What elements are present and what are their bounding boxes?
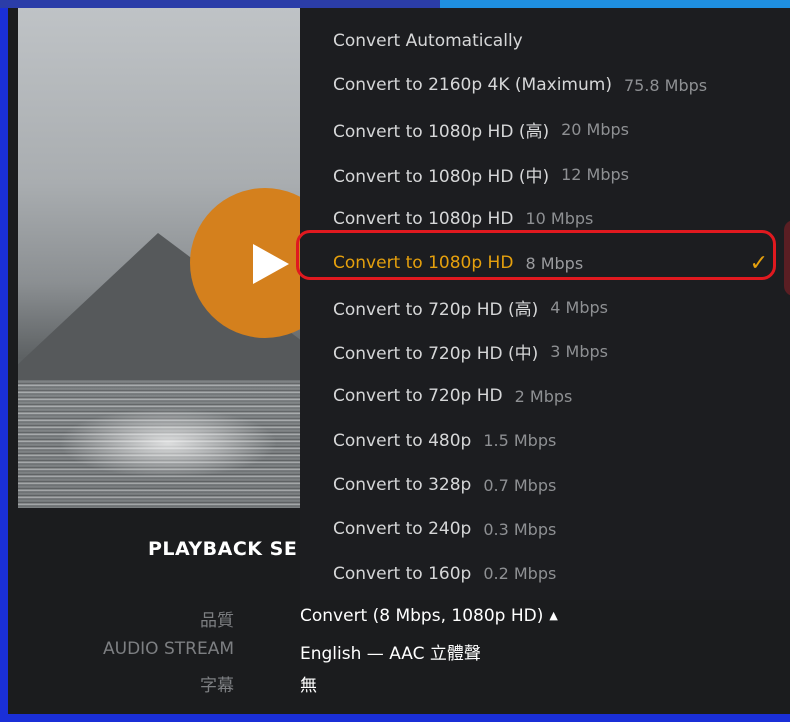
- quality-option-bitrate: 12 Mbps: [561, 164, 630, 184]
- quality-option-label: Convert to 1080p HD (中): [333, 166, 550, 187]
- quality-option-label: Convert to 1080p HD: [333, 253, 514, 273]
- quality-option[interactable]: Convert to 2160p 4K (Maximum) 75.8 Mbps: [300, 63, 790, 107]
- quality-option-label: Convert to 240p: [333, 519, 472, 540]
- quality-option-label: Convert to 720p HD: [333, 386, 503, 407]
- top-accent-bar: [0, 0, 790, 8]
- audio-stream-row: AUDIO STREAM English — AAC 立體聲: [8, 639, 790, 664]
- playback-settings-title: PLAYBACK SE: [148, 538, 298, 560]
- quality-option-bitrate: 4 Mbps: [550, 297, 608, 317]
- quality-option[interactable]: Convert to 480p 1.5 Mbps: [300, 419, 790, 463]
- quality-option-label: Convert to 1080p HD (高): [333, 122, 550, 143]
- quality-option[interactable]: Convert to 720p HD (高) 4 Mbps: [300, 285, 790, 329]
- quality-option[interactable]: Convert to 1080p HD 10 Mbps: [300, 197, 790, 241]
- quality-select[interactable]: Convert (8 Mbps, 1080p HD) ▲: [300, 606, 558, 626]
- quality-value: Convert (8 Mbps, 1080p HD): [300, 606, 544, 626]
- quality-option[interactable]: Convert to 1080p HD (高) 20 Mbps: [300, 108, 790, 152]
- quality-option[interactable]: Convert to 240p 0.3 Mbps: [300, 507, 790, 551]
- quality-option-label: Convert to 1080p HD: [333, 208, 514, 229]
- quality-option-bitrate: 2 Mbps: [514, 386, 573, 406]
- quality-option-bitrate: 0.2 Mbps: [483, 564, 557, 584]
- quality-option[interactable]: Convert Automatically: [300, 19, 790, 63]
- play-icon[interactable]: [253, 244, 289, 284]
- quality-option[interactable]: Convert to 720p HD (中) 3 Mbps: [300, 330, 790, 374]
- checkmark-icon: ✓: [749, 250, 768, 276]
- quality-option-bitrate: 0.7 Mbps: [483, 475, 557, 495]
- quality-option[interactable]: Convert to 1080p HD 8 Mbps ✓: [300, 241, 790, 285]
- quality-option-label: Convert to 2160p 4K (Maximum): [333, 75, 612, 96]
- poster-sparkle: [58, 408, 278, 478]
- quality-option-label: Convert to 720p HD (高): [333, 299, 539, 320]
- quality-option-bitrate: 0.3 Mbps: [483, 519, 557, 539]
- quality-option-label: Convert to 328p: [333, 475, 472, 495]
- quality-dropdown-menu: Convert Automatically Convert to 2160p 4K…: [300, 8, 790, 600]
- quality-option-label: Convert Automatically: [333, 31, 523, 51]
- subtitle-select[interactable]: 無: [300, 671, 317, 696]
- subtitle-label: 字幕: [200, 676, 234, 696]
- player-frame: PLAYBACK SE Convert Automatically Convert…: [8, 8, 790, 714]
- quality-option[interactable]: Convert to 328p 0.7 Mbps: [300, 463, 790, 507]
- quality-option-bitrate: 8 Mbps: [525, 253, 584, 273]
- quality-option-bitrate: 75.8 Mbps: [623, 75, 708, 95]
- audio-stream-select[interactable]: English — AAC 立體聲: [300, 639, 481, 664]
- top-accent-bar-left: [0, 0, 440, 8]
- quality-option-bitrate: 1.5 Mbps: [483, 431, 557, 451]
- quality-option[interactable]: Convert to 160p 0.2 Mbps: [300, 552, 790, 596]
- quality-label: 品質: [200, 611, 234, 631]
- caret-up-icon: ▲: [549, 609, 558, 622]
- quality-option-bitrate: 20 Mbps: [561, 120, 630, 140]
- quality-option-label: Convert to 480p: [333, 430, 472, 451]
- audio-stream-label: AUDIO STREAM: [103, 639, 234, 659]
- quality-option-bitrate: 10 Mbps: [525, 209, 594, 229]
- quality-row: 品質 Convert (8 Mbps, 1080p HD) ▲: [8, 606, 790, 631]
- quality-option-label: Convert to 160p: [333, 563, 472, 584]
- quality-option-label: Convert to 720p HD (中): [333, 344, 539, 365]
- side-tab-edge: [784, 220, 790, 296]
- subtitle-row: 字幕 無: [8, 671, 790, 696]
- quality-option[interactable]: Convert to 720p HD 2 Mbps: [300, 374, 790, 418]
- quality-option-bitrate: 3 Mbps: [550, 342, 608, 362]
- quality-option[interactable]: Convert to 1080p HD (中) 12 Mbps: [300, 152, 790, 196]
